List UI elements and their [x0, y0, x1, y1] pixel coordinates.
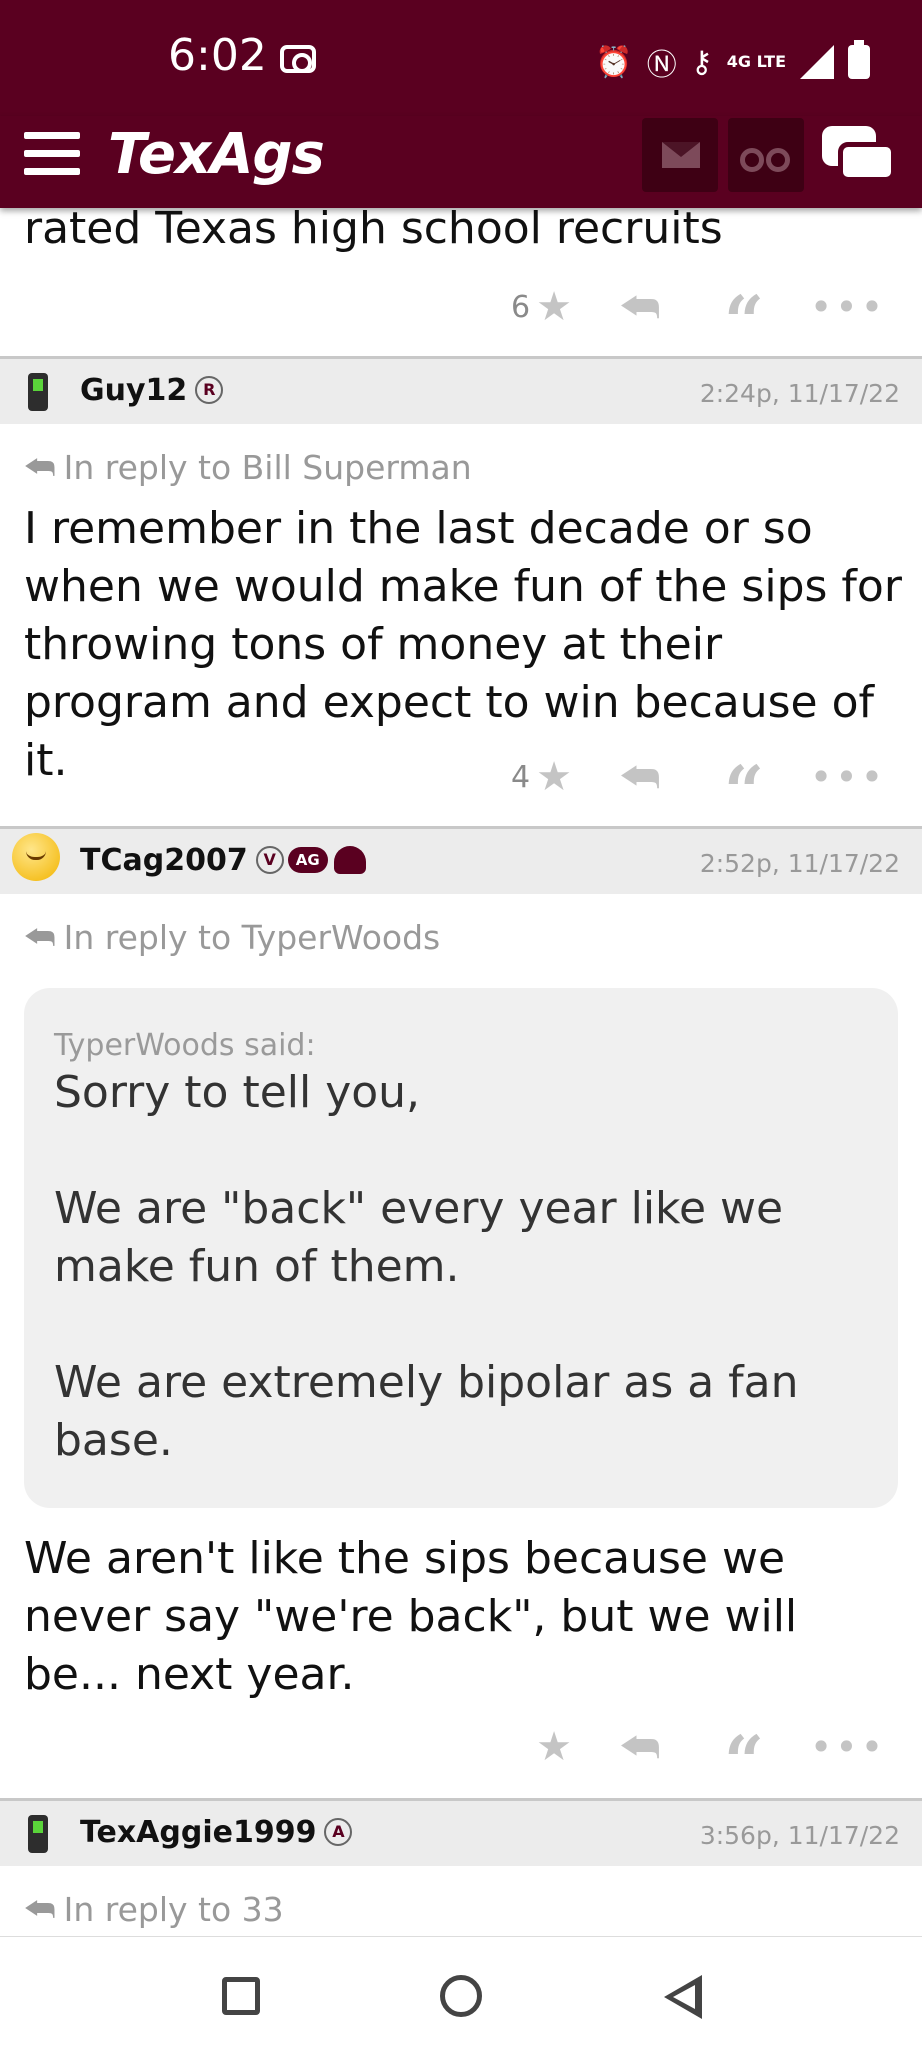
star-button[interactable]: 6 ★: [484, 282, 588, 332]
more-icon: •••: [809, 755, 887, 799]
chat-button[interactable]: [818, 122, 898, 188]
username-text[interactable]: TexAggie1999: [80, 1815, 316, 1850]
mail-icon: [662, 142, 700, 168]
star-button[interactable]: ★: [484, 1722, 588, 1772]
username-text[interactable]: TCag2007: [80, 843, 248, 878]
more-button[interactable]: •••: [796, 282, 900, 332]
quote-text: Sorry to tell you, We are "back" every y…: [54, 1067, 799, 1466]
star-count: 4: [511, 759, 531, 795]
quote-button[interactable]: “: [692, 282, 796, 357]
reply-to-text[interactable]: In reply to Bill Superman: [64, 448, 472, 487]
status-bar: 6:02 ⏰ Ⓝ ⚷ 4G LTE: [0, 0, 922, 116]
star-count: 6: [511, 289, 531, 325]
reply-icon: ⮪: [619, 751, 661, 803]
mail-button[interactable]: [642, 118, 718, 192]
reply-icon: ⮪: [619, 281, 661, 333]
user-badge: A: [324, 1817, 353, 1846]
battery-icon: [848, 40, 870, 79]
app-logo[interactable]: TexAgs: [108, 122, 325, 187]
star-icon: ★: [536, 1724, 572, 1770]
home-icon[interactable]: [440, 1975, 482, 2017]
more-icon: •••: [809, 1725, 887, 1769]
user-badge: V: [255, 845, 284, 874]
quote-icon: “: [723, 280, 765, 363]
binoculars-icon: [740, 148, 764, 172]
user-badge: R: [195, 375, 224, 404]
post-header: TCag2007 V AG 2:52p, 11/17/22: [0, 826, 922, 894]
username[interactable]: TexAggie1999 A: [80, 1815, 353, 1850]
post-actions: ★ ⮪ “ •••: [484, 1721, 900, 1797]
signal-icon: [800, 45, 834, 79]
post-header: TexAggie1999 A 3:56p, 11/17/22: [0, 1798, 922, 1866]
phone-icon: [28, 373, 48, 411]
post-timestamp: 2:52p, 11/17/22: [699, 849, 900, 878]
username-text[interactable]: Guy12: [80, 373, 187, 408]
ag-badge: AG: [287, 846, 328, 873]
watch-button[interactable]: [728, 118, 804, 192]
post-actions: 6 ★ ⮪ “ •••: [484, 281, 900, 357]
network-type: 4G LTE: [726, 52, 786, 71]
reply-icon: ⮪: [24, 448, 56, 488]
reply-icon: ⮪: [24, 1890, 56, 1930]
more-button[interactable]: •••: [796, 752, 900, 802]
star-icon: ★: [536, 284, 572, 330]
nfc-icon: Ⓝ: [646, 48, 677, 83]
username[interactable]: Guy12 R: [80, 373, 224, 408]
quote-icon: “: [723, 1720, 765, 1803]
avatar[interactable]: [12, 833, 60, 881]
status-time: 6:02: [168, 30, 267, 81]
reply-to[interactable]: ⮪ In reply to 33: [24, 1890, 284, 1930]
hamburger-icon[interactable]: [24, 132, 80, 176]
reply-button[interactable]: ⮪: [588, 281, 692, 333]
post-timestamp: 2:24p, 11/17/22: [699, 379, 900, 408]
screen-record-icon: [280, 45, 316, 73]
app-header: TexAgs: [0, 116, 922, 208]
reply-button[interactable]: ⮪: [588, 1721, 692, 1773]
system-nav-bar: [0, 1936, 922, 2048]
reply-to-text[interactable]: In reply to TyperWoods: [64, 918, 441, 957]
quote-icon: “: [723, 750, 765, 833]
recents-icon[interactable]: [222, 1977, 260, 2015]
more-button[interactable]: •••: [796, 1722, 900, 1772]
reply-icon: ⮪: [24, 918, 56, 958]
status-icons: ⏰ Ⓝ ⚷ 4G LTE: [595, 40, 870, 84]
post-header: Guy12 R 2:24p, 11/17/22: [0, 356, 922, 424]
helmet-badge-icon: [333, 845, 366, 874]
key-icon: ⚷: [690, 44, 713, 80]
quote-button[interactable]: “: [692, 752, 796, 827]
post-body: We aren't like the sips because we never…: [24, 1533, 798, 1700]
reply-to[interactable]: ⮪ In reply to Bill Superman: [24, 448, 472, 488]
alarm-icon: ⏰: [595, 44, 633, 80]
post-body: I remember in the last decade or so when…: [24, 503, 902, 786]
star-icon: ★: [536, 754, 572, 800]
post-body: rated Texas high school recruits: [24, 203, 723, 254]
reply-button[interactable]: ⮪: [588, 751, 692, 803]
reply-to-text[interactable]: In reply to 33: [64, 1890, 284, 1929]
more-icon: •••: [809, 285, 887, 329]
reply-icon: ⮪: [619, 1721, 661, 1773]
username[interactable]: TCag2007 V AG: [80, 843, 366, 878]
reply-to[interactable]: ⮪ In reply to TyperWoods: [24, 918, 440, 958]
back-icon[interactable]: [664, 1975, 702, 2019]
quoted-post: TyperWoods said: Sorry to tell you, We a…: [24, 988, 898, 1508]
phone-icon: [28, 1815, 48, 1853]
quote-author: TyperWoods said:: [54, 1028, 316, 1063]
post-timestamp: 3:56p, 11/17/22: [699, 1821, 900, 1850]
quote-button[interactable]: “: [692, 1722, 796, 1797]
post-actions: 4 ★ ⮪ “ •••: [484, 751, 900, 827]
star-button[interactable]: 4 ★: [484, 752, 588, 802]
